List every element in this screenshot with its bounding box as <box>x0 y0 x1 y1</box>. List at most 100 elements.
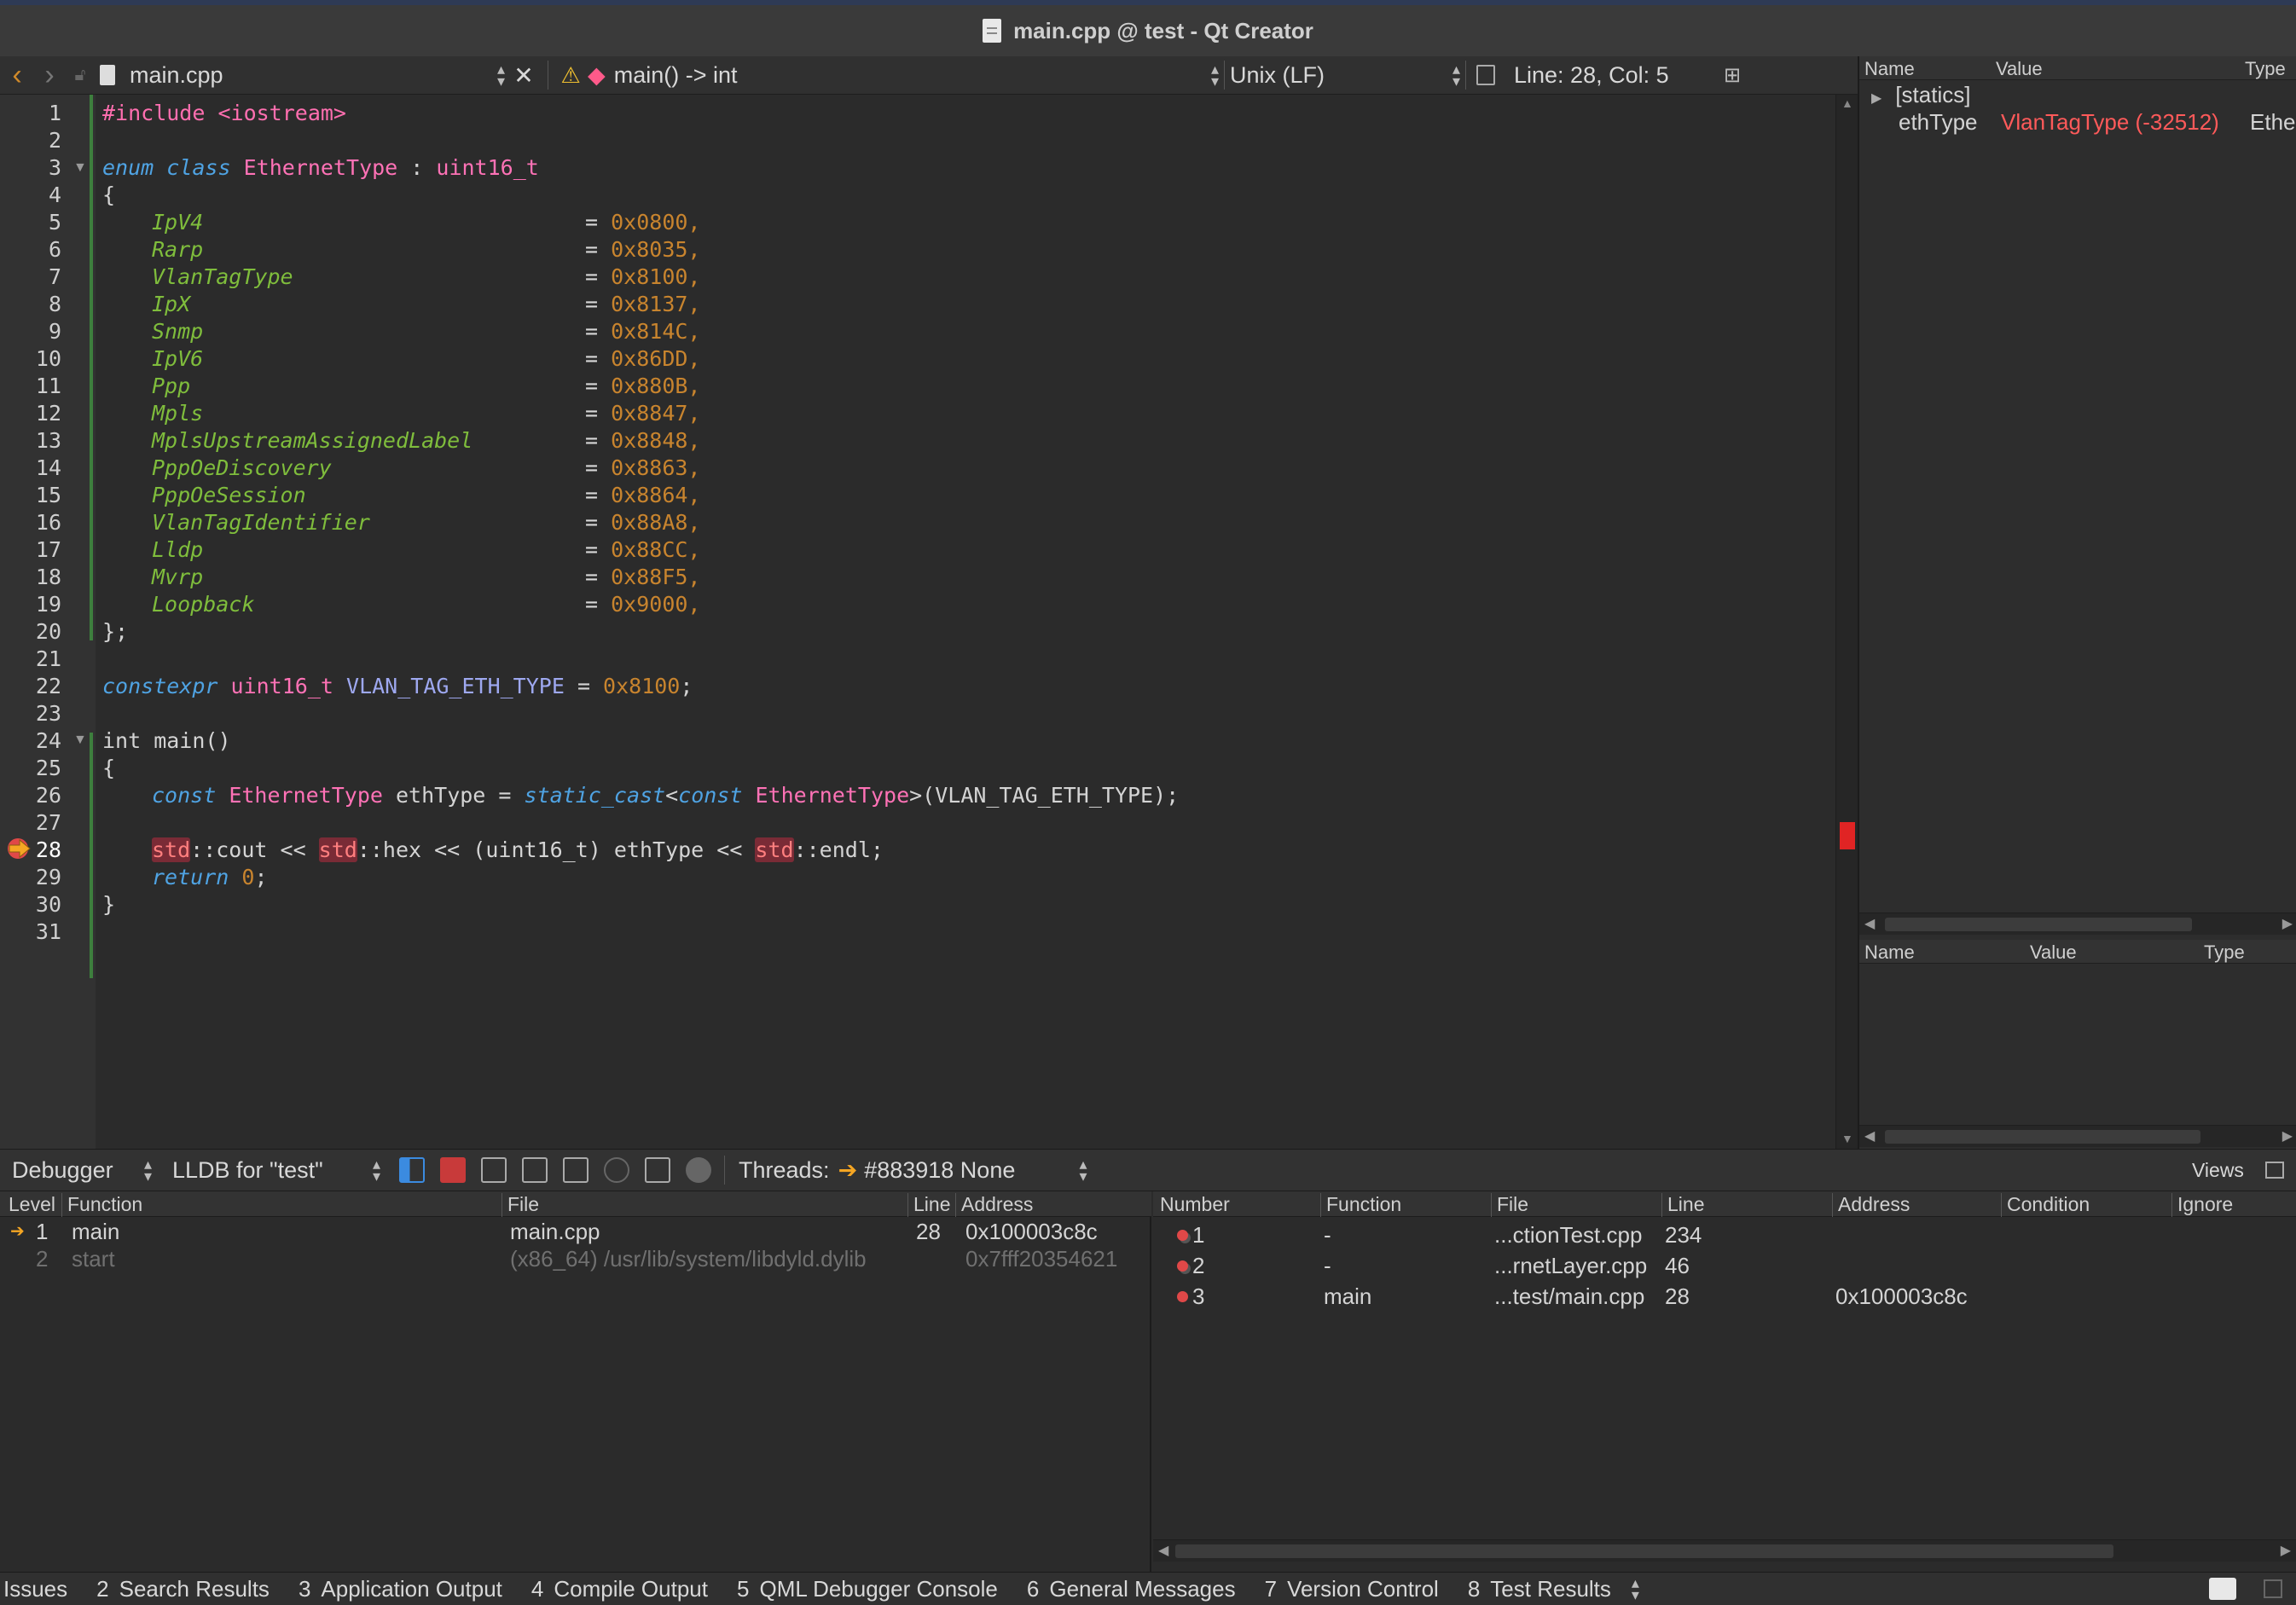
expand-arrow-icon[interactable]: ▶ <box>1871 91 1881 106</box>
scroll-left-icon[interactable]: ◀ <box>1864 913 1875 936</box>
warning-icon[interactable]: ⚠ <box>554 56 588 95</box>
debugger-engine-selector[interactable]: LLDB for "test" ▴ ▾ <box>172 1156 380 1184</box>
line-number[interactable]: 22 <box>0 673 61 700</box>
output-tab[interactable]: Issues <box>3 1576 67 1602</box>
line-number[interactable]: 30 <box>0 891 61 918</box>
output-tab[interactable]: 5 QML Debugger Console <box>737 1576 998 1602</box>
scroll-down-icon[interactable]: ▼ <box>1841 1132 1853 1145</box>
enumerator-line: Ppp = 0x880B, <box>152 373 700 400</box>
stop-debugger-icon[interactable] <box>440 1157 466 1183</box>
enumerator-line: Snmp = 0x814C, <box>152 318 700 345</box>
operate-by-instruction-icon[interactable] <box>645 1157 670 1183</box>
breakpoint-marker[interactable] <box>1840 822 1855 849</box>
scroll-left-icon[interactable]: ◀ <box>1158 1540 1168 1562</box>
output-tab[interactable]: 8 Test Results <box>1468 1576 1611 1602</box>
forward-arrow-icon[interactable]: › <box>34 56 65 95</box>
locals-row-statics[interactable]: ▶ [statics] <box>1871 82 1970 108</box>
line-number[interactable]: 29 <box>0 864 61 891</box>
fold-arrow-icon[interactable]: ▼ <box>73 154 87 182</box>
scroll-right-icon[interactable]: ▶ <box>2281 1540 2291 1562</box>
breakpoint-line: 234 <box>1665 1222 1702 1248</box>
breakpoints-horizontal-scrollbar[interactable]: ◀ ▶ <box>1153 1539 2296 1562</box>
breakpoint-row[interactable]: 2 - ...rnetLayer.cpp 46 <box>1153 1251 2296 1280</box>
scroll-left-icon[interactable]: ◀ <box>1864 1126 1875 1148</box>
line-number[interactable]: 11 <box>0 373 61 400</box>
line-number[interactable]: 12 <box>0 400 61 427</box>
line-number[interactable]: 17 <box>0 536 61 564</box>
scroll-thumb[interactable] <box>1885 918 2192 931</box>
output-tab[interactable]: 7 Version Control <box>1265 1576 1439 1602</box>
step-out-icon[interactable] <box>563 1157 588 1183</box>
line-number[interactable]: 6 <box>0 236 61 264</box>
enumerator-line: VlanTagType = 0x8100, <box>152 264 700 291</box>
line-number[interactable]: 7 <box>0 264 61 291</box>
scroll-up-icon[interactable]: ▲ <box>1841 96 1853 110</box>
stack-frame-row[interactable]: 2 start (x86_64) /usr/lib/system/libdyld… <box>0 1244 1151 1273</box>
close-file-icon[interactable]: ✕ <box>505 56 542 95</box>
execution-arrow-icon[interactable] <box>7 837 32 860</box>
toggle-output-icon[interactable] <box>2209 1578 2236 1600</box>
lock-icon[interactable]: 🔓︎ <box>65 56 96 95</box>
line-number[interactable]: 25 <box>0 755 61 782</box>
debugger-mode-selector[interactable]: Debugger ▴ ▾ <box>12 1156 152 1184</box>
locals-row-ethtype[interactable]: ethType VlanTagType (-32512) Ether <box>1899 109 2296 136</box>
line-number[interactable]: 23 <box>0 700 61 727</box>
step-over-icon[interactable] <box>481 1157 507 1183</box>
line-number[interactable]: 24 <box>0 727 61 755</box>
enumerator-value: = 0x814C, <box>585 319 701 344</box>
step-into-icon[interactable] <box>522 1157 548 1183</box>
editor-vertical-scrollbar[interactable]: ▲ ▼ <box>1835 95 1858 1149</box>
line-number[interactable]: 5 <box>0 209 61 236</box>
float-panel-icon[interactable] <box>2265 1162 2284 1179</box>
line-number[interactable]: 15 <box>0 482 61 509</box>
line-number[interactable]: 16 <box>0 509 61 536</box>
locals-horizontal-scrollbar[interactable]: ◀ ▶ <box>1859 913 2296 935</box>
back-arrow-icon[interactable]: ‹ <box>0 56 34 95</box>
line-number[interactable]: 9 <box>0 318 61 345</box>
cursor-position[interactable]: Line: 28, Col: 5 <box>1514 62 1717 89</box>
line-number[interactable]: 14 <box>0 455 61 482</box>
expressions-horizontal-scrollbar[interactable]: ◀ ▶ <box>1859 1125 2296 1147</box>
scroll-right-icon[interactable]: ▶ <box>2282 1126 2293 1148</box>
split-view-icon[interactable]: ⊞ <box>1717 56 1748 95</box>
line-number[interactable]: 31 <box>0 918 61 946</box>
chevron-updown-icon[interactable]: ▴ ▾ <box>1632 1575 1639 1602</box>
line-number[interactable]: 27 <box>0 809 61 837</box>
scroll-thumb[interactable] <box>1885 1130 2200 1144</box>
line-number[interactable]: 26 <box>0 782 61 809</box>
line-number[interactable]: 10 <box>0 345 61 373</box>
line-number[interactable]: 4 <box>0 182 61 209</box>
breakpoint-row[interactable]: 3 main ...test/main.cpp 28 0x100003c8c <box>1153 1282 2296 1311</box>
continue-icon[interactable] <box>399 1157 425 1183</box>
record-icon[interactable] <box>686 1157 711 1183</box>
breakpoint-row[interactable]: 1 - ...ctionTest.cpp 234 <box>1153 1220 2296 1249</box>
line-number[interactable]: 3 <box>0 154 61 182</box>
function-scope-selector[interactable]: ◆ main() -> int ▴ ▾ <box>588 61 1219 89</box>
line-number[interactable]: 2 <box>0 127 61 154</box>
breakpoint-function: - <box>1324 1222 1331 1248</box>
file-encoding-icon[interactable] <box>1471 56 1500 95</box>
sidebar-toggle-icon[interactable] <box>2264 1579 2282 1598</box>
line-number[interactable]: 20 <box>0 618 61 646</box>
thread-selector[interactable]: ➔ #883918 None ▴ ▾ <box>838 1156 1087 1184</box>
line-number[interactable]: 19 <box>0 591 61 618</box>
line-number[interactable]: 18 <box>0 564 61 591</box>
scroll-thumb[interactable] <box>1175 1544 2113 1558</box>
views-button[interactable]: Views <box>2192 1159 2244 1182</box>
line-number[interactable]: 21 <box>0 646 61 673</box>
output-tab[interactable]: 3 Application Output <box>299 1576 502 1602</box>
file-selector[interactable]: main.cpp ▴ ▾ <box>130 61 505 89</box>
line-number[interactable]: 8 <box>0 291 61 318</box>
line-number[interactable]: 1 <box>0 100 61 127</box>
output-tab[interactable]: 6 General Messages <box>1027 1576 1236 1602</box>
scroll-right-icon[interactable]: ▶ <box>2282 913 2293 936</box>
breakpoint-file: ...rnetLayer.cpp <box>1494 1253 1648 1278</box>
line-ending-selector[interactable]: Unix (LF) ▴ ▾ <box>1230 61 1460 89</box>
output-tab[interactable]: 2 Search Results <box>96 1576 270 1602</box>
output-tab[interactable]: 4 Compile Output <box>531 1576 708 1602</box>
code-editor[interactable]: #include <iostream> enum class EthernetT… <box>96 95 1835 1149</box>
restart-icon[interactable] <box>604 1157 629 1183</box>
fold-arrow-icon[interactable]: ▼ <box>73 727 87 754</box>
line-number[interactable]: 13 <box>0 427 61 455</box>
stack-frame-row[interactable]: ➔ 1 main main.cpp 28 0x100003c8c <box>0 1217 1151 1246</box>
